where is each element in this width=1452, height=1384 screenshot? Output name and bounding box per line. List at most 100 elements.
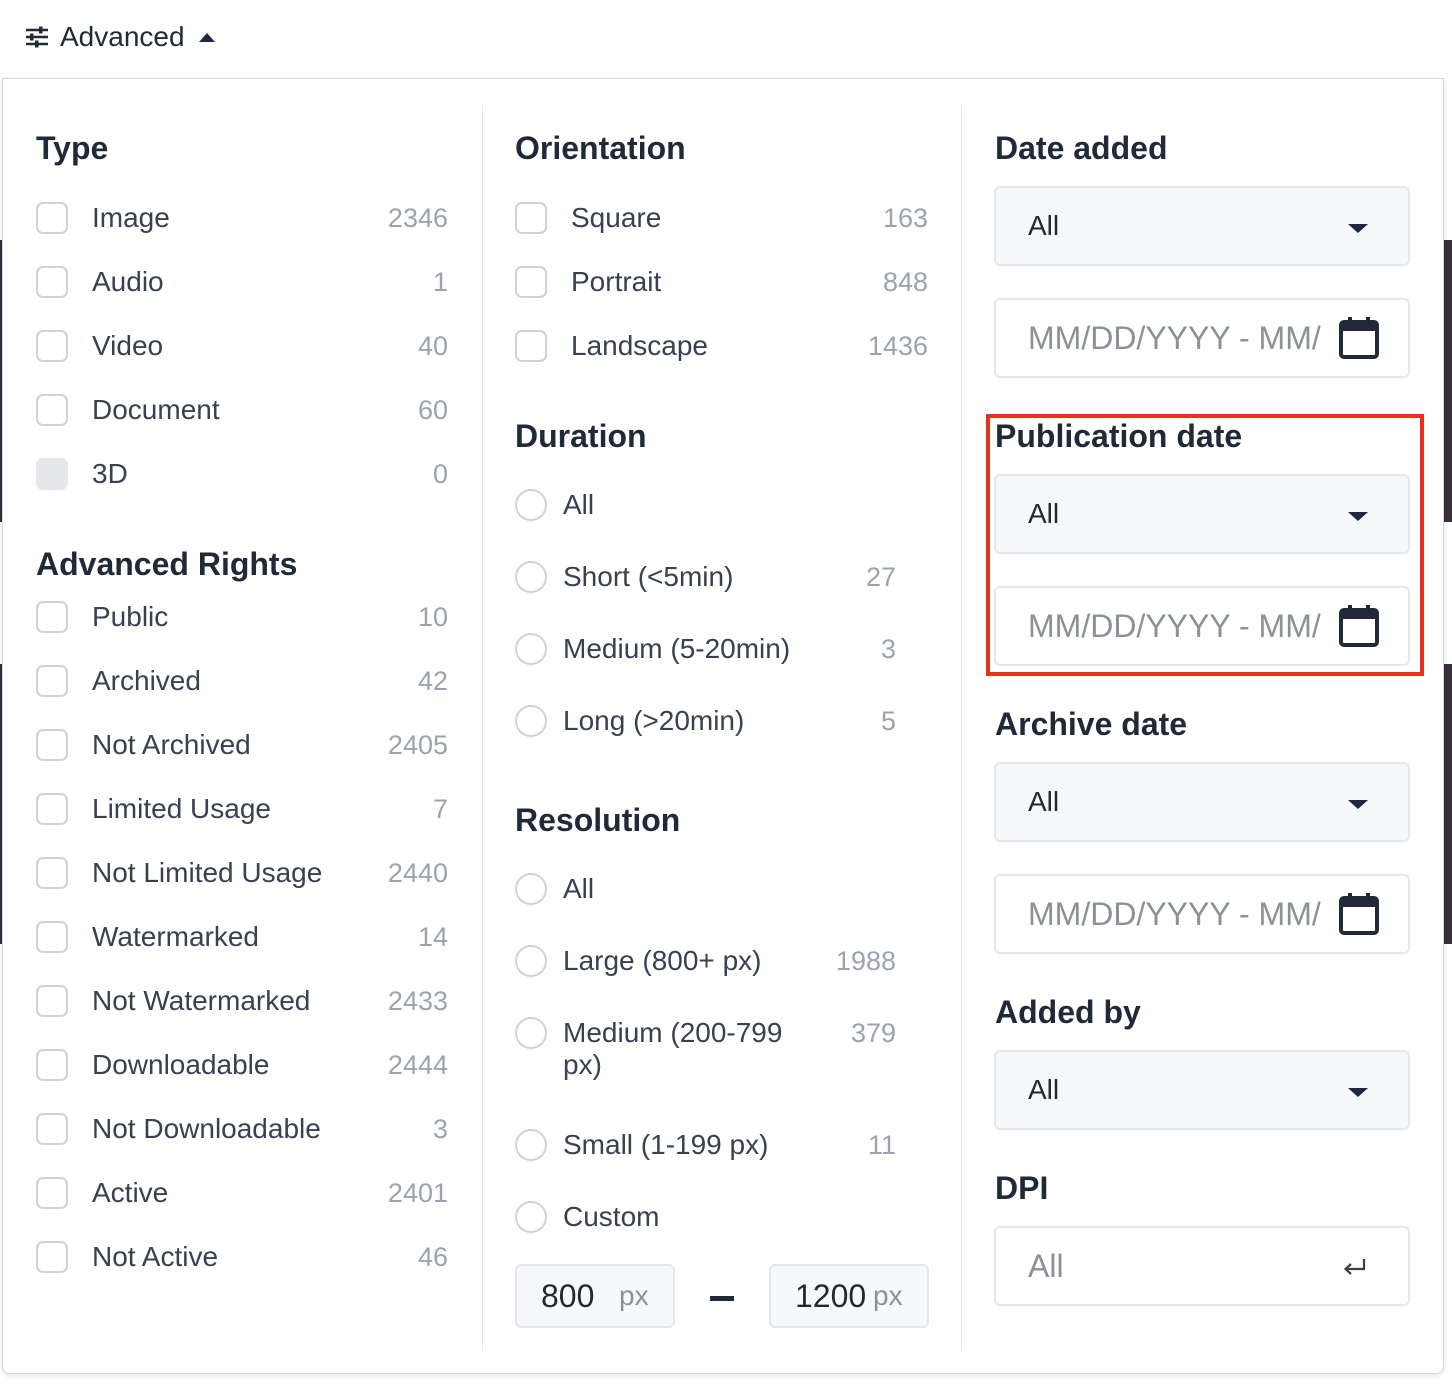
rights-option[interactable]: Not Limited Usage 2440 <box>36 853 448 893</box>
rights-option-label: Active <box>92 1177 169 1208</box>
resolution-option[interactable]: All <box>515 869 896 909</box>
radio-button[interactable] <box>515 1017 547 1049</box>
dpi-field[interactable] <box>994 1226 1410 1306</box>
resolution-option-label: All <box>563 873 595 904</box>
duration-option[interactable]: Short (<5min) 27 <box>515 557 896 597</box>
checkbox[interactable] <box>36 921 68 953</box>
archive-date-range-field[interactable] <box>994 874 1410 954</box>
duration-option-label: All <box>563 489 595 520</box>
duration-option[interactable]: Medium (5-20min) 3 <box>515 629 896 669</box>
orientation-option[interactable]: Landscape 1436 <box>515 326 928 366</box>
checkbox[interactable] <box>36 1049 68 1081</box>
orientation-option-count: 163 <box>882 202 928 233</box>
resolution-option[interactable]: Small (1-199 px) 11 <box>515 1125 896 1165</box>
type-option-count: 60 <box>417 394 448 425</box>
calendar-icon[interactable] <box>1338 316 1380 360</box>
duration-option-label: Short (<5min) <box>563 561 734 592</box>
type-option-count: 0 <box>432 458 448 489</box>
type-option-label: Video <box>92 330 164 361</box>
radio-button[interactable] <box>515 489 547 521</box>
archive-date-select[interactable]: All <box>994 762 1410 842</box>
checkbox[interactable] <box>36 1113 68 1145</box>
duration-option-label: Long (>20min) <box>563 705 745 736</box>
rights-option[interactable]: Watermarked 14 <box>36 917 448 957</box>
rights-option[interactable]: Downloadable 2444 <box>36 1045 448 1085</box>
type-option[interactable]: Document 60 <box>36 390 448 430</box>
radio-button[interactable] <box>515 1129 547 1161</box>
rights-option[interactable]: Active 2401 <box>36 1173 448 1213</box>
enter-key-icon[interactable] <box>1342 1256 1368 1280</box>
resolution-option-count: 11 <box>867 1129 896 1160</box>
radio-button[interactable] <box>515 633 547 665</box>
rights-option[interactable]: Limited Usage 7 <box>36 789 448 829</box>
rights-option-label: Not Archived <box>92 729 251 760</box>
advanced-filters-toggle[interactable]: Advanced <box>24 18 215 56</box>
orientation-option[interactable]: Portrait 848 <box>515 262 928 302</box>
rights-option-count: 2444 <box>387 1049 448 1080</box>
rights-option-count: 46 <box>417 1241 448 1272</box>
resolution-max-unit: px <box>873 1280 903 1311</box>
checkbox[interactable] <box>36 1177 68 1209</box>
checkbox[interactable] <box>36 266 68 298</box>
orientation-option[interactable]: Square 163 <box>515 198 928 238</box>
resolution-option-count: 1988 <box>835 945 896 976</box>
chevron-down-icon <box>1348 224 1368 233</box>
column-divider <box>482 105 483 1351</box>
type-option[interactable]: Image 2346 <box>36 198 448 238</box>
type-option[interactable]: Audio 1 <box>36 262 448 302</box>
date-added-select[interactable]: All <box>994 186 1410 266</box>
radio-button[interactable] <box>515 945 547 977</box>
range-dash <box>710 1296 734 1301</box>
resolution-option[interactable]: Large (800+ px) 1988 <box>515 941 896 981</box>
checkbox[interactable] <box>36 665 68 697</box>
type-option[interactable]: Video 40 <box>36 326 448 366</box>
rights-option[interactable]: Not Active 46 <box>36 1237 448 1277</box>
resolution-option-label: Custom <box>563 1201 660 1232</box>
checkbox[interactable] <box>36 729 68 761</box>
rights-option[interactable]: Public 10 <box>36 597 448 637</box>
checkbox[interactable] <box>36 394 68 426</box>
rights-option[interactable]: Not Downloadable 3 <box>36 1109 448 1149</box>
rights-option-label: Not Limited Usage <box>92 857 323 888</box>
checkbox[interactable] <box>515 266 547 298</box>
rights-option-label: Not Active <box>92 1241 219 1272</box>
resolution-min-value: 800 <box>541 1277 595 1314</box>
rights-option-label: Archived <box>92 665 201 696</box>
checkbox[interactable] <box>36 1241 68 1273</box>
resolution-option[interactable]: Custom <box>515 1197 896 1237</box>
checkbox[interactable] <box>515 330 547 362</box>
rights-option-count: 2401 <box>387 1177 448 1208</box>
date-added-range-field[interactable] <box>994 298 1410 378</box>
checkbox[interactable] <box>36 793 68 825</box>
checkbox[interactable] <box>36 330 68 362</box>
dpi-input[interactable] <box>1028 1244 1328 1288</box>
orientation-option-label: Portrait <box>571 266 662 297</box>
checkbox[interactable] <box>36 985 68 1017</box>
date-added-range-input[interactable] <box>1028 316 1322 360</box>
chevron-down-icon <box>1348 1088 1368 1097</box>
checkbox[interactable] <box>36 202 68 234</box>
rights-option[interactable]: Not Archived 2405 <box>36 725 448 765</box>
radio-button[interactable] <box>515 873 547 905</box>
rights-option[interactable]: Not Watermarked 2433 <box>36 981 448 1021</box>
background-image-fragment <box>1444 240 1452 522</box>
duration-option[interactable]: Long (>20min) 5 <box>515 701 896 741</box>
checkbox[interactable] <box>36 857 68 889</box>
radio-button[interactable] <box>515 1201 547 1233</box>
resolution-option[interactable]: Medium (200-799 379 <box>515 1013 896 1053</box>
type-option[interactable]: 3D 0 <box>36 454 448 494</box>
calendar-icon[interactable] <box>1338 892 1380 936</box>
added-by-select[interactable]: All <box>994 1050 1410 1130</box>
orientation-option-label: Square <box>571 202 662 233</box>
archive-date-range-input[interactable] <box>1028 892 1322 936</box>
checkbox <box>36 458 68 490</box>
rights-option[interactable]: Archived 42 <box>36 661 448 701</box>
radio-button[interactable] <box>515 705 547 737</box>
resolution-min-input[interactable]: 800 px <box>515 1264 675 1328</box>
checkbox[interactable] <box>515 202 547 234</box>
resolution-max-input[interactable]: 1200 px <box>769 1264 929 1328</box>
checkbox[interactable] <box>36 601 68 633</box>
duration-option[interactable]: All <box>515 485 896 525</box>
orientation-option-label: Landscape <box>571 330 709 361</box>
radio-button[interactable] <box>515 561 547 593</box>
